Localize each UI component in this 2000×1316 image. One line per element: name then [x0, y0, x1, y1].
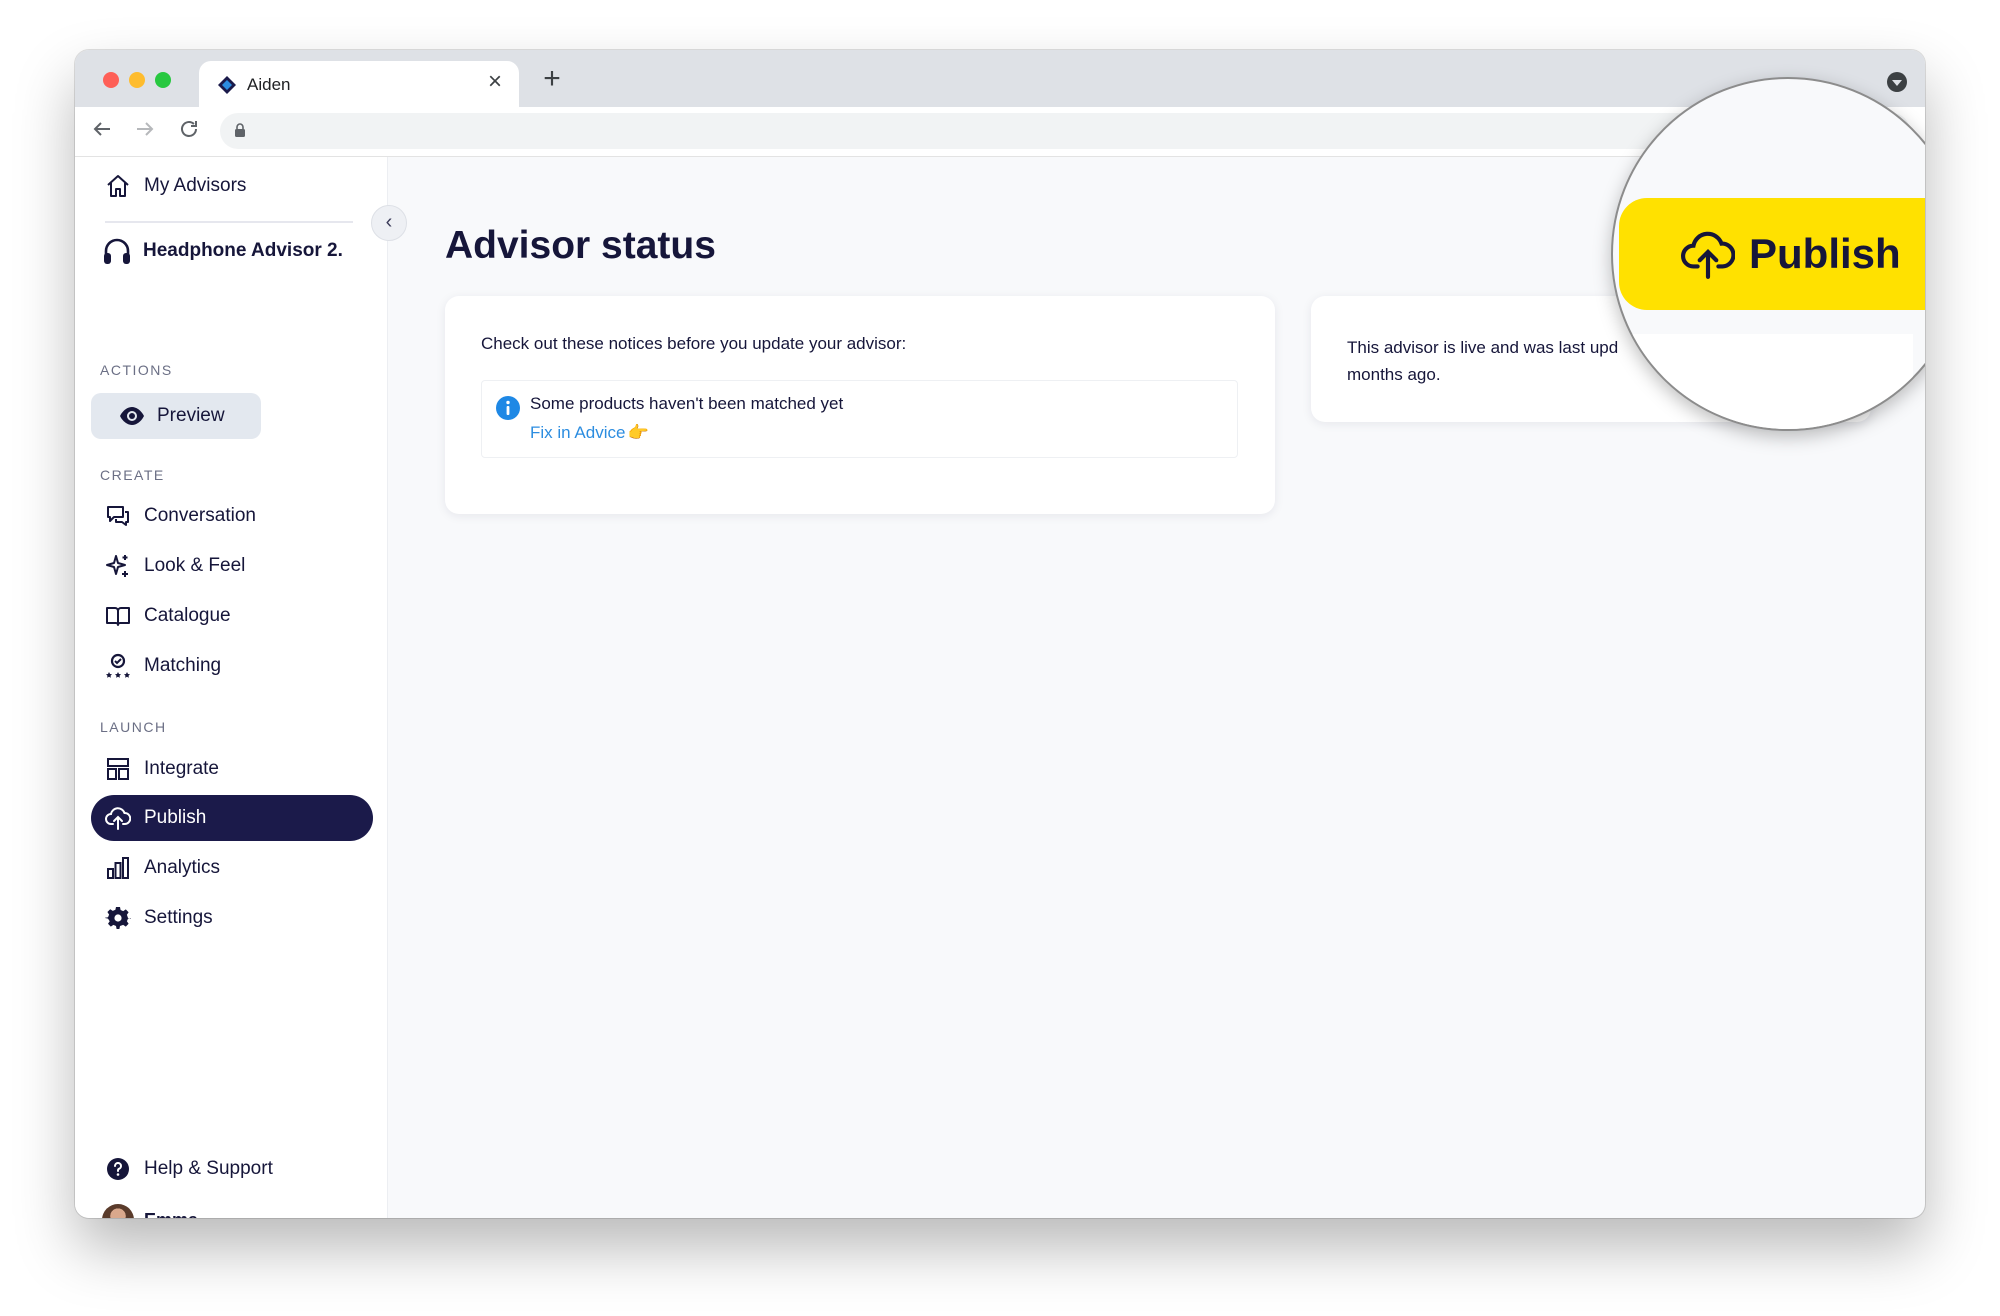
award-stars-icon: [106, 653, 130, 678]
sidebar-item-label: Settings: [144, 907, 213, 928]
notice-item: Some products haven't been matched yet F…: [481, 380, 1238, 458]
sidebar-item-label: My Advisors: [144, 175, 247, 196]
close-tab-icon[interactable]: ×: [483, 70, 507, 94]
current-advisor: Headphone Advisor 2.: [101, 235, 343, 267]
headphones-icon: [104, 238, 130, 264]
sidebar-item-conversation[interactable]: Conversation: [91, 493, 373, 539]
tab-search-icon[interactable]: [1887, 72, 1907, 92]
new-tab-button[interactable]: +: [537, 64, 567, 94]
collapse-sidebar-button[interactable]: ‹: [371, 205, 407, 241]
sidebar-item-catalogue[interactable]: Catalogue: [91, 593, 373, 639]
preview-button[interactable]: Preview: [91, 393, 261, 439]
sidebar-item-label: Matching: [144, 655, 222, 676]
create-section-label: CREATE: [100, 467, 165, 483]
gear-icon: [105, 907, 131, 929]
bar-chart-icon: [107, 857, 129, 879]
sidebar-item-label: Analytics: [144, 857, 221, 878]
sidebar-item-label: Help & Support: [144, 1158, 273, 1179]
sidebar-item-settings[interactable]: Settings: [91, 895, 373, 941]
aiden-logo-icon: [218, 76, 236, 94]
maximize-window-button[interactable]: [155, 72, 171, 88]
fix-link-label: Fix in Advice: [530, 423, 626, 442]
page-title: Advisor status: [445, 224, 716, 267]
launch-section-label: LAUNCH: [100, 719, 167, 735]
book-open-icon: [106, 607, 130, 626]
reload-icon[interactable]: [175, 117, 203, 145]
sparkles-icon: [106, 555, 128, 577]
browser-tab[interactable]: Aiden ×: [199, 61, 519, 107]
publish-label: Publish: [1749, 230, 1901, 277]
tab-bar: Aiden × +: [75, 50, 1925, 107]
user-name: Emma: [144, 1210, 198, 1219]
notices-intro: Check out these notices before you updat…: [481, 334, 907, 353]
advisor-status-text: This advisor is live and was last upd mo…: [1347, 338, 1619, 384]
eye-icon: [120, 407, 144, 425]
sidebar-divider: [105, 221, 353, 223]
sidebar-item-analytics[interactable]: Analytics: [91, 845, 373, 891]
sidebar-item-label: Conversation: [144, 505, 256, 526]
layout-icon: [107, 758, 129, 780]
sidebar: My Advisors Headphone Advisor 2. ACTIONS…: [75, 157, 388, 1218]
pointing-hand-icon: 👉: [627, 423, 649, 442]
sidebar-item-label: Integrate: [144, 758, 219, 779]
sidebar-item-label: Look & Feel: [144, 555, 246, 576]
sidebar-item-label: Publish: [144, 807, 207, 828]
magnified-status-card: [1613, 334, 1913, 429]
avatar: [102, 1204, 134, 1218]
sidebar-item-look-and-feel[interactable]: Look & Feel: [91, 543, 373, 589]
sidebar-item-label: Catalogue: [144, 605, 231, 626]
fix-in-advice-link[interactable]: Fix in Advice 👉: [530, 423, 649, 443]
sidebar-item-integrate[interactable]: Integrate: [91, 746, 373, 792]
browser-window: Aiden × + My Advisors Headphone Advisor …: [75, 50, 1925, 1218]
back-arrow-icon[interactable]: [88, 117, 116, 145]
cloud-upload-icon: [1681, 231, 1735, 279]
sidebar-item-my-advisors[interactable]: My Advisors: [91, 163, 373, 209]
forward-arrow-icon[interactable]: [131, 117, 159, 145]
home-icon: [107, 175, 129, 197]
help-circle-icon: [107, 1158, 129, 1180]
user-profile[interactable]: Emma: [102, 1204, 198, 1218]
actions-section-label: ACTIONS: [100, 362, 173, 378]
advisor-name-label: Headphone Advisor 2.: [143, 240, 343, 261]
sidebar-item-help[interactable]: Help & Support: [91, 1146, 373, 1192]
cloud-upload-icon: [105, 807, 131, 830]
lock-icon: [235, 123, 245, 137]
notices-card: Check out these notices before you updat…: [445, 296, 1275, 514]
tab-title: Aiden: [247, 75, 291, 94]
publish-button[interactable]: Publish: [1619, 198, 1925, 310]
chat-bubbles-icon: [107, 506, 129, 526]
sidebar-item-publish[interactable]: Publish: [91, 795, 373, 841]
info-icon: [496, 396, 520, 420]
minimize-window-button[interactable]: [129, 72, 145, 88]
notice-text: Some products haven't been matched yet: [530, 394, 844, 413]
close-window-button[interactable]: [103, 72, 119, 88]
preview-label: Preview: [157, 405, 225, 426]
sidebar-item-matching[interactable]: Matching: [91, 643, 373, 689]
